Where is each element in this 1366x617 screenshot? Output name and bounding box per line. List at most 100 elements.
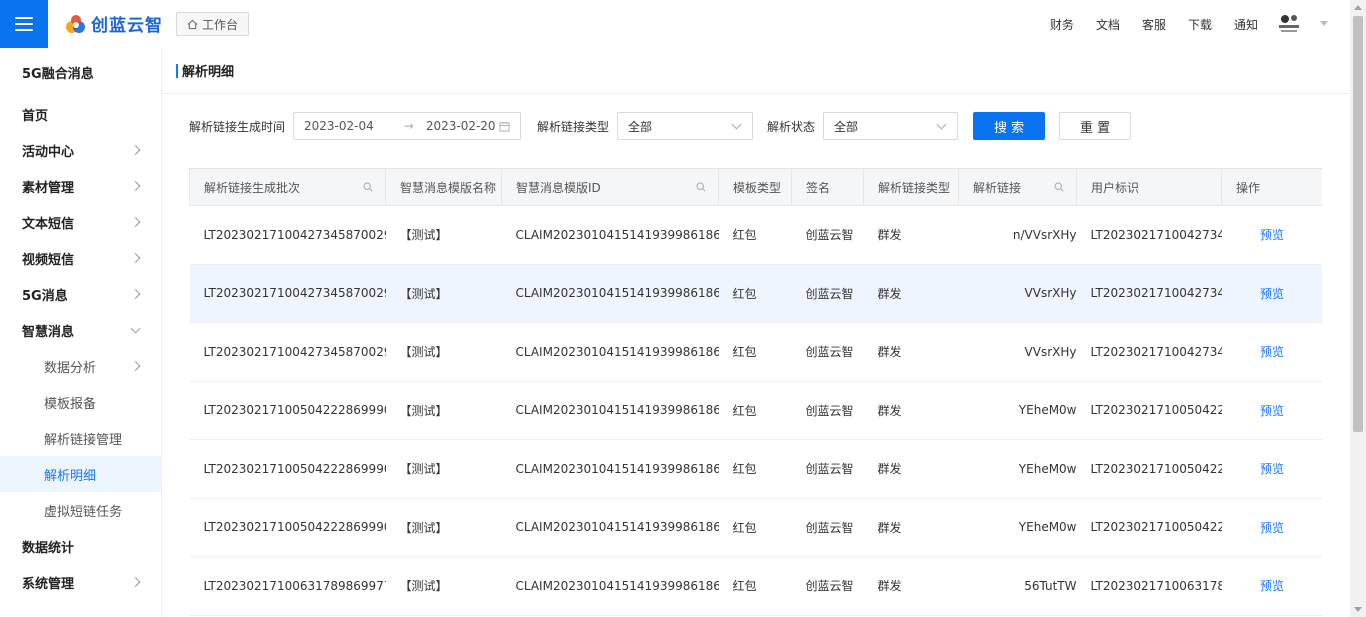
sidebar-section-title-label: 5G融合消息 (22, 66, 94, 82)
cell-batch: LT202302171004273458700297216 (189, 264, 386, 323)
cell-template-type: 红包 (718, 439, 792, 499)
cell-user-id: LT20230217100504222869 (1076, 439, 1222, 499)
sidebar-subitem-parse-detail[interactable]: 解析明细 (0, 456, 161, 492)
sidebar-item-activity[interactable]: 活动中心 (0, 132, 161, 168)
sidebar-item-video-sms[interactable]: 视频短信 (0, 240, 161, 276)
user-avatar[interactable] (1276, 12, 1302, 36)
brand-logo[interactable]: 创蓝云智 (64, 11, 163, 36)
column-header-link[interactable]: 解析链接 (958, 168, 1077, 206)
cell-batch: LT202302171004273458700297216 (189, 205, 386, 265)
top-link-download[interactable]: 下载 (1188, 16, 1212, 33)
column-header-signature: 签名 (791, 168, 864, 206)
reset-button[interactable]: 重 置 (1059, 112, 1132, 140)
search-icon[interactable] (696, 182, 706, 192)
column-header-template-id[interactable]: 智慧消息模版ID (501, 168, 719, 206)
sidebar-item-label: 数据统计 (22, 540, 75, 556)
preview-link[interactable]: 预览 (1260, 404, 1284, 418)
link-type-select[interactable]: 全部 (617, 112, 754, 140)
hamburger-icon (15, 17, 33, 31)
user-menu-caret-icon[interactable] (1320, 21, 1328, 26)
cell-template-type: 红包 (718, 381, 792, 440)
preview-link[interactable]: 预览 (1260, 287, 1284, 301)
sidebar-item-label: 首页 (22, 108, 49, 124)
cell-signature: 创蓝云智 (791, 381, 864, 440)
chevron-right-icon (130, 217, 141, 227)
preview-link[interactable]: 预览 (1260, 462, 1284, 476)
date-end[interactable]: 2023-02-20 (426, 119, 496, 133)
cell-link: 56TutTW (958, 556, 1077, 616)
page-scrollbar[interactable] (1350, 0, 1366, 617)
top-link-support[interactable]: 客服 (1142, 16, 1166, 33)
top-link-notice[interactable]: 通知 (1234, 16, 1258, 33)
cell-template-id: CLAIM202301041514193998618639360 (501, 205, 719, 265)
preview-link[interactable]: 预览 (1260, 345, 1284, 359)
link-text: VVsrXHy (1024, 344, 1077, 359)
date-range-picker[interactable]: 2023-02-04 → 2023-02-20 (293, 112, 522, 140)
cell-template-name: 【测试】 (385, 205, 502, 265)
cell-link: YEheM0w (958, 498, 1077, 557)
cell-action: 预览 (1221, 381, 1322, 440)
workbench-label: 工作台 (202, 17, 239, 32)
cell-link: YEheM0w (958, 381, 1077, 440)
column-header-batch[interactable]: 解析链接生成批次 (189, 168, 386, 206)
scroll-down-icon[interactable] (1354, 607, 1362, 612)
sidebar-item-system[interactable]: 系统管理 (0, 564, 161, 600)
table-row: LT202302171005042228699904000【测试】CLAIM20… (189, 439, 1322, 499)
link-text: YEheM0w (1018, 520, 1077, 535)
sidebar-subitem-data-analysis[interactable]: 数据分析 (0, 348, 161, 384)
menu-toggle-button[interactable] (0, 0, 48, 48)
sidebar-item-text-sms[interactable]: 文本短信 (0, 204, 161, 240)
table-row: LT202302171005042228699904000【测试】CLAIM20… (189, 498, 1322, 557)
sidebar-item-home[interactable]: 首页 (0, 96, 161, 132)
page-title: 解析明细 (162, 48, 1350, 94)
cell-action: 预览 (1221, 439, 1322, 499)
cell-link-type: 群发 (863, 264, 959, 323)
link-text: YEheM0w (1018, 403, 1077, 418)
search-icon[interactable] (1054, 182, 1064, 192)
sidebar-item-label: 文本短信 (22, 216, 75, 232)
preview-link[interactable]: 预览 (1260, 521, 1284, 535)
workbench-button[interactable]: 工作台 (176, 12, 250, 36)
sidebar-subitem-virtual-shortlink[interactable]: 虚拟短链任务 (0, 492, 161, 528)
sidebar-item-label: 虚拟短链任务 (44, 504, 123, 520)
cell-template-type: 红包 (718, 498, 792, 557)
preview-link[interactable]: 预览 (1260, 579, 1284, 593)
column-header-label: 模板类型 (733, 180, 782, 195)
sidebar-subitem-template-filing[interactable]: 模板报备 (0, 384, 161, 420)
scrollbar-thumb[interactable] (1353, 16, 1363, 432)
table-row: LT202302171004273458700297216【测试】CLAIM20… (189, 322, 1322, 382)
top-link-finance[interactable]: 财务 (1050, 16, 1074, 33)
column-header-label: 用户标识 (1091, 180, 1140, 195)
cell-user-id: LT20230217100427345870 (1076, 322, 1222, 382)
search-button[interactable]: 搜 索 (973, 112, 1046, 140)
sidebar-item-5g-message[interactable]: 5G消息 (0, 276, 161, 312)
results-table-container: 解析链接生成批次 智慧消息模版名称 智慧消息模版ID 模板类型 签名 解析链接类… (189, 168, 1322, 617)
cell-template-id: CLAIM202301041514193998618639360 (501, 381, 719, 440)
top-nav-links: 财务 文档 客服 下载 通知 (1028, 0, 1258, 48)
sidebar-item-materials[interactable]: 素材管理 (0, 168, 161, 204)
cell-link: YEheM0w (958, 439, 1077, 499)
parse-status-select[interactable]: 全部 (823, 112, 959, 140)
sidebar-item-statistics[interactable]: 数据统计 (0, 528, 161, 564)
cell-template-name: 【测试】 (385, 381, 502, 440)
chevron-down-icon (130, 323, 141, 334)
date-start[interactable]: 2023-02-04 (304, 119, 374, 133)
search-icon[interactable] (363, 182, 373, 192)
calendar-icon (499, 121, 510, 132)
scroll-up-icon[interactable] (1354, 5, 1362, 10)
top-link-docs[interactable]: 文档 (1096, 16, 1120, 33)
column-header-link-type: 解析链接类型 (863, 168, 959, 206)
masked-region (958, 206, 1019, 264)
sidebar-subitem-link-management[interactable]: 解析链接管理 (0, 420, 161, 456)
cell-user-id: LT20230217100427345870 (1076, 205, 1222, 265)
cell-batch: LT202302171005042228699904000 (189, 381, 386, 440)
preview-link[interactable]: 预览 (1260, 228, 1284, 242)
column-header-action: 操作 (1221, 168, 1322, 206)
status-filter-label: 解析状态 (767, 119, 816, 134)
table-row: LT202302171005042228699904000【测试】CLAIM20… (189, 381, 1322, 440)
sidebar-item-label: 模板报备 (44, 396, 97, 412)
link-type-value: 全部 (628, 119, 653, 134)
chevron-right-icon (130, 577, 141, 587)
sidebar-item-smart-message[interactable]: 智慧消息 (0, 312, 161, 348)
cell-link: VVsrXHy (958, 264, 1077, 323)
